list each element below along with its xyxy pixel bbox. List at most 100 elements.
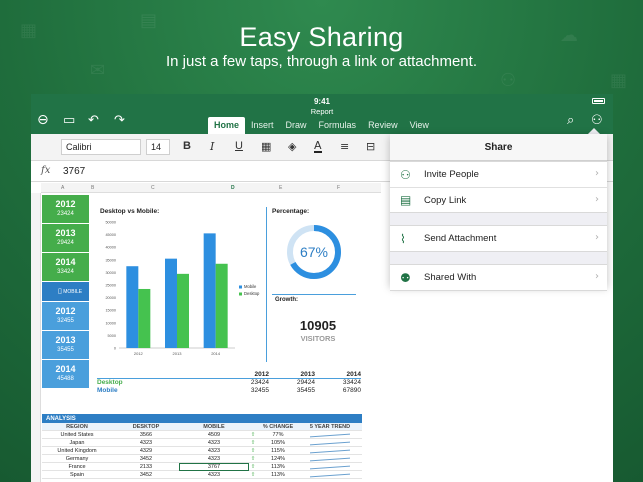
tab-insert[interactable]: Insert	[245, 117, 280, 134]
table-cell[interactable]: 4509	[180, 432, 248, 438]
table-cell[interactable]: United Kingdom	[42, 448, 112, 454]
undo-icon[interactable]: ↶	[88, 114, 99, 128]
formula-input[interactable]: 3767	[63, 166, 85, 177]
table-cell[interactable]: 2133	[112, 464, 180, 470]
share-item-label: Invite People	[424, 169, 479, 180]
sparkline	[298, 438, 362, 446]
mobile-label-cell[interactable]: ▯ MOBILE	[42, 282, 89, 302]
table-cell[interactable]: 4323	[180, 440, 248, 446]
year-cell[interactable]: 2012 32455	[42, 302, 89, 331]
table-row: Japan 4323 4323 ⇧ 105%	[42, 438, 362, 447]
table-cell[interactable]: 4323	[180, 472, 248, 478]
x-tick-label: 2014	[211, 351, 221, 356]
chart-title: Desktop vs Mobile:	[100, 208, 160, 215]
growth-label: Growth:	[275, 297, 298, 303]
column-header[interactable]: E	[279, 185, 282, 191]
fx-icon: fx	[41, 165, 51, 176]
sparkline	[298, 446, 362, 454]
share-item-label: Shared With	[424, 272, 477, 283]
table-cell[interactable]: 3452	[112, 472, 180, 478]
table-cell[interactable]: 3767	[179, 462, 249, 471]
font-name-field[interactable]: Calibri	[61, 139, 141, 155]
font-size-field[interactable]: 14	[146, 139, 170, 155]
column-header[interactable]: F	[337, 185, 340, 191]
table-cell[interactable]: United States	[42, 432, 112, 438]
shared-with-button[interactable]: ⚉ Shared With ›	[390, 265, 607, 290]
year-cell[interactable]: 2014 33424	[42, 253, 89, 282]
year-cell[interactable]: 2012 23424	[42, 195, 89, 224]
tab-review[interactable]: Review	[362, 117, 404, 134]
share-person-icon[interactable]: ⚇	[591, 114, 603, 128]
file-icon[interactable]: ▭	[63, 114, 75, 128]
table-cell[interactable]: 105%	[258, 440, 298, 446]
bar-desktop-2013	[177, 273, 189, 348]
font-color-icon[interactable]: A	[314, 140, 322, 153]
title-bar: 9:41 Report ⊖ ▭ ↶ ↷ Home Insert Draw For…	[31, 94, 613, 134]
column-header[interactable]: C	[151, 185, 155, 191]
analysis-header[interactable]: ANALYSIS	[42, 414, 362, 423]
bar-chart[interactable]: 0 5000 10000 15000 20000 25000 30000 35000 40000…	[93, 218, 273, 366]
table-cell[interactable]: 113%	[258, 464, 298, 470]
up-arrow-icon: ⇧	[250, 463, 256, 470]
table-cell[interactable]: 4329	[112, 448, 180, 454]
fill-color-icon[interactable]: ◈	[288, 140, 296, 153]
table-cell[interactable]: 115%	[258, 448, 298, 454]
italic-button[interactable]: I	[210, 140, 214, 153]
year-cell[interactable]: 2013 35455	[42, 331, 89, 360]
table-row: United States 3566 4509 ⇧ 77%	[42, 430, 362, 439]
underline-button[interactable]: U	[235, 140, 243, 152]
bar-mobile-2013	[165, 258, 177, 348]
y-tick-label: 5000	[108, 334, 116, 338]
year-cell[interactable]: 2014 45488	[42, 360, 89, 389]
decor-icon: ⚇	[500, 70, 517, 91]
table-cell[interactable]: 4323	[180, 448, 248, 454]
tab-draw[interactable]: Draw	[280, 117, 313, 134]
column-header[interactable]: A	[61, 185, 64, 191]
y-tick-label: 25000	[105, 284, 116, 288]
bold-button[interactable]: B	[183, 140, 191, 152]
align-icon[interactable]: ≡	[340, 140, 349, 153]
table-row: Desktop 23424 29424 33424	[97, 379, 361, 386]
chevron-right-icon: ›	[595, 168, 599, 179]
wrap-icon[interactable]: ⊟	[366, 140, 375, 153]
table-cell[interactable]: 77%	[258, 432, 298, 438]
tab-view[interactable]: View	[404, 117, 435, 134]
table-cell[interactable]: Germany	[42, 456, 112, 462]
table-cell[interactable]: 113%	[258, 472, 298, 478]
table-cell[interactable]: 124%	[258, 456, 298, 462]
table-cell[interactable]: 4323	[180, 456, 248, 462]
table-row: Germany 3452 4323 ⇧ 124%	[42, 454, 362, 463]
status-time: 9:41	[313, 97, 330, 106]
table-cell[interactable]: Japan	[42, 440, 112, 446]
tab-home[interactable]: Home	[208, 117, 246, 134]
visitors-count: 10905	[299, 318, 337, 333]
up-arrow-icon: ⇧	[250, 431, 256, 438]
table-cell[interactable]: Spain	[42, 472, 112, 478]
column-header[interactable]: B	[91, 185, 94, 191]
search-icon[interactable]: ⌕	[567, 114, 574, 128]
percentage-value: 67%	[299, 244, 329, 260]
hero-title: Easy Sharing	[239, 22, 404, 52]
sparkline	[298, 454, 362, 462]
ribbon-tabs: Home Insert Draw Formulas Review View	[208, 117, 435, 134]
copy-link-button[interactable]: ▤ Copy Link ›	[390, 187, 607, 212]
up-arrow-icon: ⇧	[250, 447, 256, 454]
back-icon[interactable]: ⊖	[37, 113, 49, 127]
year-cell[interactable]: 2013 29424	[42, 224, 89, 253]
redo-icon[interactable]: ↷	[114, 114, 125, 128]
invite-people-button[interactable]: ⚇ Invite People ›	[390, 162, 607, 187]
column-headers: A B C D E F	[41, 183, 381, 193]
x-tick-label: 2013	[173, 351, 183, 356]
borders-icon[interactable]: ▦	[261, 140, 271, 153]
table-cell[interactable]: 3452	[112, 456, 180, 462]
decor-icon: ▦	[610, 70, 628, 91]
send-attachment-button[interactable]: ⌇ Send Attachment ›	[390, 226, 607, 251]
visitors-label: VISITORS	[300, 334, 336, 343]
table-cell[interactable]: France	[42, 464, 112, 470]
table-cell[interactable]: 3566	[112, 432, 180, 438]
chevron-right-icon: ›	[595, 232, 599, 243]
table-cell[interactable]: 4323	[112, 440, 180, 446]
column-header[interactable]: D	[231, 185, 235, 191]
y-tick-label: 40000	[105, 246, 116, 250]
tab-formulas[interactable]: Formulas	[313, 117, 363, 134]
